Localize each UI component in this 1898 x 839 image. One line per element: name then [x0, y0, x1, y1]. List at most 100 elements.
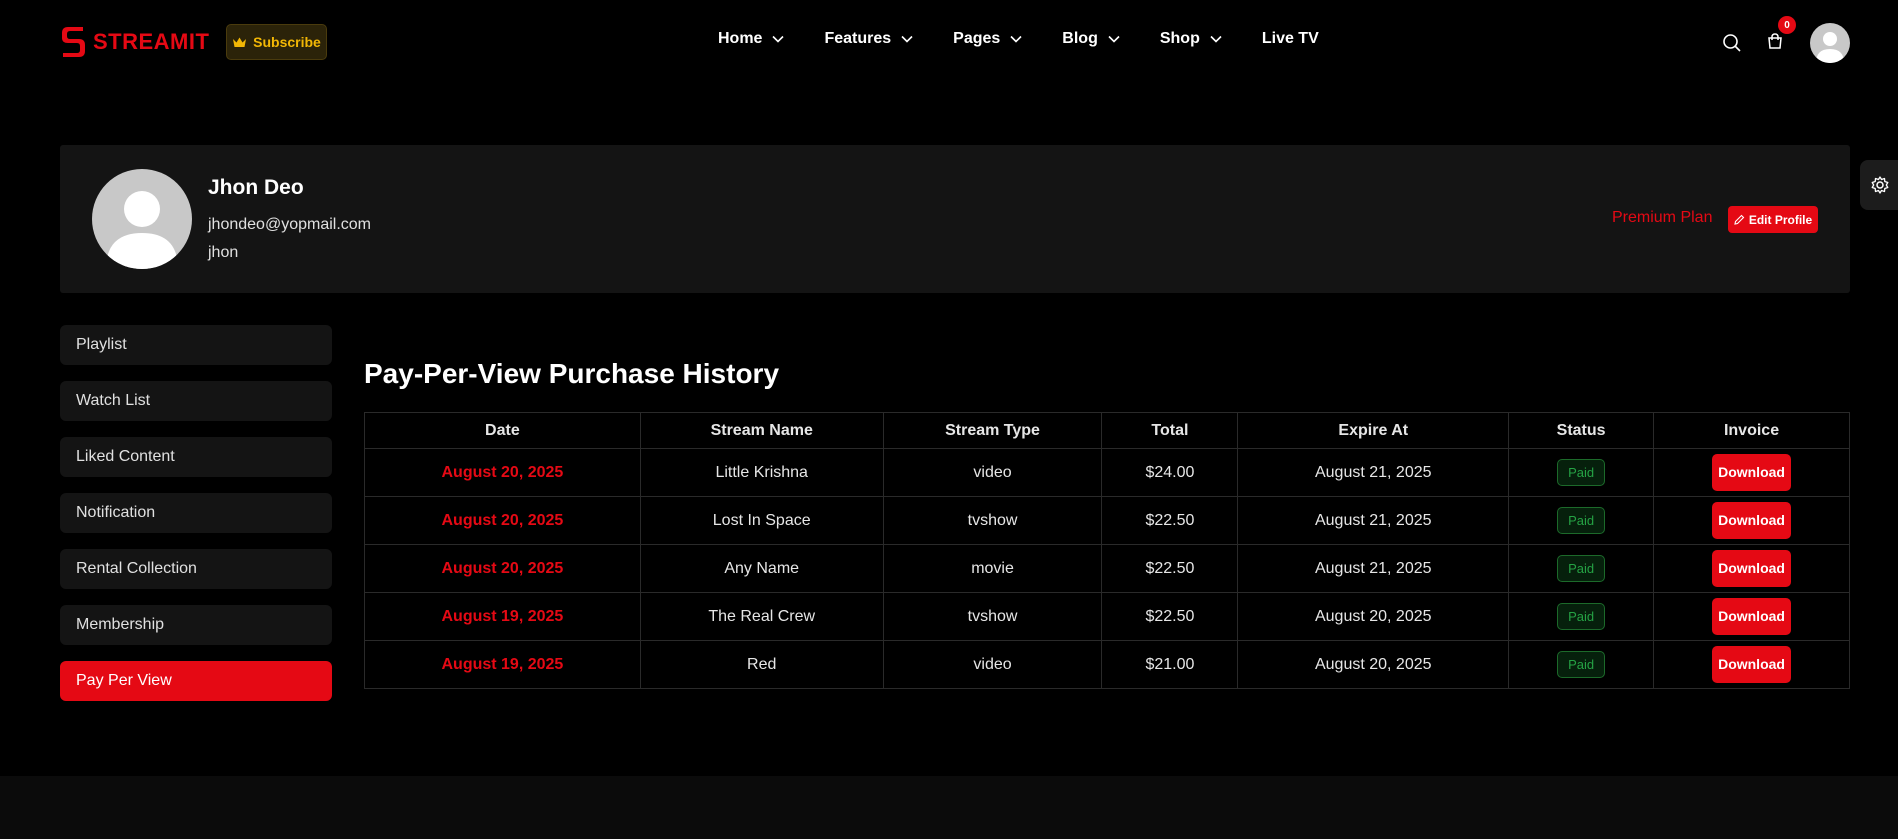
sidebar-item-pay-per-view[interactable]: Pay Per View — [60, 661, 332, 701]
brand-name: STREAMIT — [93, 29, 210, 54]
table-header-row: Date Stream Name Stream Type Total Expir… — [364, 412, 1850, 449]
status-badge: Paid — [1557, 459, 1606, 486]
sidebar-item-watch-list[interactable]: Watch List — [60, 381, 332, 421]
table-row: August 19, 2025 The Real Crew tvshow $22… — [364, 592, 1850, 641]
cell-stream-name: Lost In Space — [639, 496, 884, 545]
footer — [0, 776, 1898, 839]
chevron-down-icon — [1108, 35, 1120, 43]
chevron-down-icon — [901, 35, 913, 43]
cell-date: August 20, 2025 — [364, 496, 641, 545]
column-header-date: Date — [364, 412, 641, 449]
profile-name: Jhon Deo — [208, 176, 304, 199]
nav-label: Live TV — [1261, 30, 1319, 47]
cell-status: Paid — [1508, 496, 1655, 545]
cell-status: Paid — [1508, 544, 1655, 593]
cell-stream-type: video — [882, 448, 1103, 497]
cell-date: August 20, 2025 — [364, 448, 641, 497]
cell-stream-name: Red — [639, 640, 884, 689]
edit-profile-button[interactable]: Edit Profile — [1728, 206, 1818, 233]
download-invoice-button[interactable]: Download — [1712, 550, 1792, 587]
nav-label: Blog — [1062, 30, 1098, 47]
profile-username: jhon — [208, 244, 239, 261]
chevron-down-icon — [772, 35, 785, 43]
profile-avatar — [92, 169, 192, 269]
profile-card: Jhon Deo jhondeo@yopmail.com jhon Premiu… — [60, 145, 1850, 293]
cell-stream-name: Any Name — [639, 544, 884, 593]
cell-status: Paid — [1508, 640, 1655, 689]
table-row: August 19, 2025 Red video $21.00 August … — [364, 640, 1850, 689]
pencil-icon — [1734, 214, 1745, 225]
profile-email: jhondeo@yopmail.com — [208, 216, 371, 233]
sidebar-item-playlist[interactable]: Playlist — [60, 325, 332, 365]
status-badge: Paid — [1557, 603, 1606, 630]
site-header: STREAMIT Subscribe Home Features Pages B… — [0, 0, 1898, 84]
cell-date: August 19, 2025 — [364, 592, 641, 641]
user-avatar[interactable] — [1810, 23, 1850, 63]
cell-expire-at: August 20, 2025 — [1237, 640, 1510, 689]
brand-logo[interactable]: STREAMIT — [59, 24, 209, 60]
cell-stream-type: movie — [882, 544, 1103, 593]
status-badge: Paid — [1557, 507, 1606, 534]
nav-item-shop[interactable]: Shop — [1160, 30, 1222, 48]
cell-status: Paid — [1508, 448, 1655, 497]
cell-invoice: Download — [1653, 640, 1850, 689]
gear-icon — [1871, 176, 1889, 194]
shopping-bag-icon[interactable] — [1766, 32, 1784, 50]
status-badge: Paid — [1557, 651, 1606, 678]
cell-total: $24.00 — [1101, 448, 1239, 497]
search-icon[interactable] — [1722, 33, 1742, 53]
sidebar-item-membership[interactable]: Membership — [60, 605, 332, 645]
cell-status: Paid — [1508, 592, 1655, 641]
nav-item-home[interactable]: Home — [718, 30, 785, 48]
cell-stream-name: Little Krishna — [639, 448, 884, 497]
crown-icon — [233, 37, 247, 47]
chevron-down-icon — [1210, 35, 1222, 43]
purchase-history-table: Date Stream Name Stream Type Total Expir… — [364, 412, 1850, 689]
page-title: Pay-Per-View Purchase History — [364, 358, 780, 389]
settings-toggle[interactable] — [1860, 160, 1898, 210]
cell-expire-at: August 20, 2025 — [1237, 592, 1510, 641]
cell-stream-type: tvshow — [882, 592, 1103, 641]
account-sidebar: Playlist Watch List Liked Content Notifi… — [60, 325, 332, 717]
nav-item-pages[interactable]: Pages — [953, 30, 1022, 48]
chevron-down-icon — [1010, 35, 1022, 43]
cart-count-badge: 0 — [1778, 16, 1796, 34]
download-invoice-button[interactable]: Download — [1712, 502, 1792, 539]
nav-label: Features — [824, 30, 892, 47]
sidebar-item-rental-collection[interactable]: Rental Collection — [60, 549, 332, 589]
status-badge: Paid — [1557, 555, 1606, 582]
cell-expire-at: August 21, 2025 — [1237, 544, 1510, 593]
nav-item-live-tv[interactable]: Live TV — [1262, 30, 1319, 48]
column-header-status: Status — [1508, 412, 1655, 449]
nav-label: Pages — [953, 30, 1001, 47]
table-row: August 20, 2025 Lost In Space tvshow $22… — [364, 496, 1850, 545]
nav-item-blog[interactable]: Blog — [1062, 30, 1120, 48]
edit-profile-label: Edit Profile — [1748, 212, 1813, 227]
subscribe-button[interactable]: Subscribe — [226, 24, 327, 60]
nav-item-features[interactable]: Features — [824, 30, 913, 48]
cell-date: August 19, 2025 — [364, 640, 641, 689]
download-invoice-button[interactable]: Download — [1712, 454, 1792, 491]
column-header-invoice: Invoice — [1653, 412, 1850, 449]
download-invoice-button[interactable]: Download — [1712, 646, 1792, 683]
nav-label: Home — [718, 30, 763, 47]
column-header-total: Total — [1101, 412, 1239, 449]
cell-total: $22.50 — [1101, 496, 1239, 545]
user-silhouette-icon — [106, 191, 178, 269]
cell-stream-name: The Real Crew — [639, 592, 884, 641]
column-header-stream-type: Stream Type — [882, 412, 1103, 449]
column-header-expire-at: Expire At — [1237, 412, 1510, 449]
cell-stream-type: tvshow — [882, 496, 1103, 545]
sidebar-item-notification[interactable]: Notification — [60, 493, 332, 533]
table-row: August 20, 2025 Little Krishna video $24… — [364, 448, 1850, 497]
plan-label: Premium Plan — [1612, 209, 1713, 226]
cell-stream-type: video — [882, 640, 1103, 689]
cell-invoice: Download — [1653, 592, 1850, 641]
cell-total: $21.00 — [1101, 640, 1239, 689]
cell-invoice: Download — [1653, 544, 1850, 593]
cell-expire-at: August 21, 2025 — [1237, 496, 1510, 545]
sidebar-item-liked-content[interactable]: Liked Content — [60, 437, 332, 477]
column-header-stream-name: Stream Name — [639, 412, 884, 449]
download-invoice-button[interactable]: Download — [1712, 598, 1792, 635]
cell-invoice: Download — [1653, 448, 1850, 497]
